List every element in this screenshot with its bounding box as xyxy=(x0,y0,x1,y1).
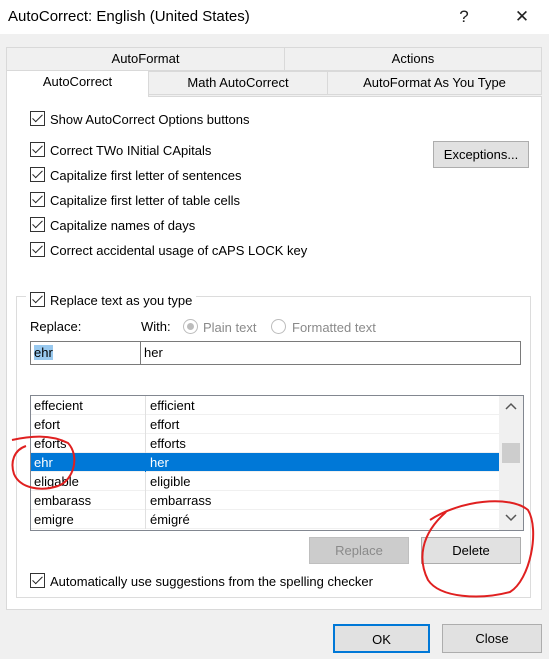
red-annotation-overlay xyxy=(11,435,535,598)
annotation-circle-ehr xyxy=(11,435,76,490)
annotation-circle-delete xyxy=(421,500,535,598)
